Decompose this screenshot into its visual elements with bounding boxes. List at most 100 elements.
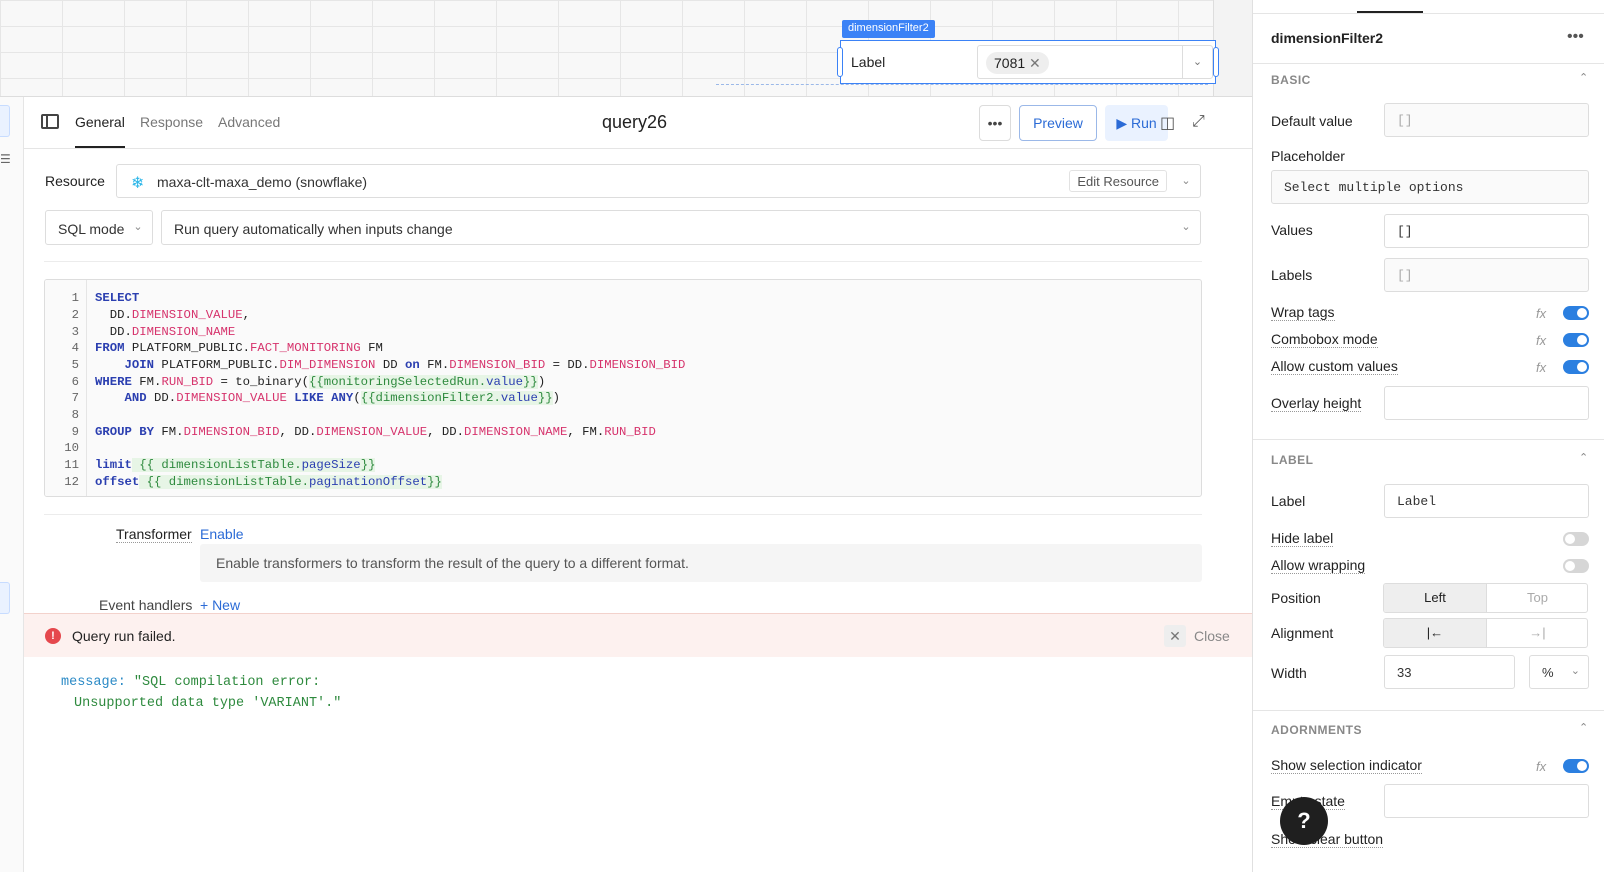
wrap-tags-toggle[interactable] (1563, 306, 1589, 320)
error-title: Query run failed. (72, 628, 176, 644)
placeholder-label: Placeholder (1271, 148, 1345, 164)
align-right-icon[interactable]: →| (1486, 619, 1587, 647)
close-button[interactable]: Close (1194, 628, 1230, 644)
fx-icon[interactable]: fx (1536, 759, 1546, 774)
resize-handle-right[interactable] (1213, 47, 1219, 77)
label-input[interactable]: Label (1384, 484, 1589, 518)
line-number: 9 (71, 425, 79, 439)
enable-transformer-link[interactable]: Enable (200, 526, 244, 542)
query-header: General Response Advanced query26 ••• Pr… (24, 97, 1252, 149)
sidebar-selected-marker-2[interactable] (0, 582, 10, 614)
close-icon[interactable]: ✕ (1164, 625, 1186, 647)
error-icon: ! (45, 628, 61, 644)
placeholder-input[interactable]: Select multiple options (1271, 170, 1589, 204)
allow-custom-values-label: Allow custom values (1271, 358, 1398, 375)
chevron-up-icon[interactable]: ⌃ (1579, 451, 1588, 464)
play-icon: ▶ (1116, 115, 1128, 131)
more-icon[interactable]: ••• (1567, 28, 1584, 46)
line-number: 10 (64, 441, 79, 455)
more-options-button[interactable]: ••• (979, 105, 1011, 141)
show-selection-indicator-toggle[interactable] (1563, 759, 1589, 773)
sql-code-editor[interactable]: 1 2 3 4 5 6 7 8 9 10 11 12 SELECT DD.DIM… (44, 279, 1202, 497)
divider (1253, 63, 1604, 64)
sql-mode-select[interactable]: SQL mode ⌄ (45, 210, 153, 245)
inspector-tabs (1253, 0, 1604, 14)
width-input[interactable]: 33 (1384, 655, 1515, 689)
values-input[interactable]: [] (1384, 214, 1589, 248)
hide-label-label: Hide label (1271, 530, 1334, 547)
code-line-1: SELECT (95, 291, 140, 305)
fx-icon[interactable]: fx (1536, 333, 1546, 348)
selected-tag[interactable]: 7081 ✕ (986, 52, 1049, 74)
line-number: 11 (64, 458, 79, 472)
chevron-down-icon[interactable]: ⌄ (1172, 211, 1200, 243)
query-title[interactable]: query26 (602, 112, 667, 133)
line-number: 6 (71, 375, 79, 389)
align-left-icon[interactable]: |← (1384, 619, 1486, 647)
split-view-icon[interactable]: ◫ (1160, 113, 1175, 133)
help-button[interactable]: ? (1280, 797, 1328, 845)
line-number: 3 (71, 325, 79, 339)
chevron-down-icon[interactable]: ⌄ (1571, 664, 1580, 677)
hide-label-toggle[interactable] (1563, 532, 1589, 546)
error-message: message: "SQL compilation error: Unsuppo… (61, 675, 342, 711)
allow-wrapping-toggle[interactable] (1563, 559, 1589, 573)
section-label-title[interactable]: LABEL (1271, 453, 1314, 467)
chevron-down-icon[interactable]: ⌄ (1182, 46, 1212, 78)
filter-settings-icon[interactable]: ☰ (0, 152, 11, 166)
transformer-label: Transformer (116, 526, 192, 543)
inspector-panel: dimensionFilter2 ••• BASIC ⌃ Default val… (1252, 0, 1604, 872)
error-banner: ! Query run failed. ✕ Close (24, 613, 1252, 657)
alignment-segmented-control[interactable]: |← →| (1383, 618, 1588, 648)
chevron-up-icon[interactable]: ⌃ (1579, 721, 1588, 734)
fx-icon[interactable]: fx (1536, 360, 1546, 375)
sidebar-selected-marker[interactable] (0, 105, 10, 137)
component-name[interactable]: dimensionFilter2 (1271, 30, 1383, 46)
show-selection-indicator-label: Show selection indicator (1271, 757, 1422, 774)
code-line-11: limit {{ dimensionListTable.pageSize}} (95, 458, 376, 472)
section-basic-title[interactable]: BASIC (1271, 73, 1311, 87)
expand-icon[interactable]: ⤢ (1192, 113, 1205, 131)
remove-tag-icon[interactable]: ✕ (1029, 55, 1041, 71)
combobox-mode-toggle[interactable] (1563, 333, 1589, 347)
resource-select[interactable]: ❄ maxa-clt-maxa_demo (snowflake) Edit Re… (116, 164, 1201, 198)
event-handlers-label: Event handlers (99, 597, 193, 613)
chevron-up-icon[interactable]: ⌃ (1579, 71, 1588, 84)
resize-handle-left[interactable] (837, 47, 843, 77)
line-number: 2 (71, 308, 79, 322)
preview-button[interactable]: Preview (1019, 105, 1097, 141)
edit-resource-button[interactable]: Edit Resource (1069, 170, 1167, 192)
position-left-option[interactable]: Left (1384, 584, 1486, 612)
labels-input[interactable]: [] (1384, 258, 1589, 292)
component-label: Label (851, 54, 886, 70)
section-adornments-title[interactable]: ADORNMENTS (1271, 723, 1362, 737)
line-number: 7 (71, 391, 79, 405)
snowflake-icon: ❄ (131, 175, 145, 192)
allow-custom-values-toggle[interactable] (1563, 360, 1589, 374)
overlay-height-input[interactable] (1384, 386, 1589, 420)
tab-advanced[interactable]: Advanced (218, 114, 280, 130)
run-trigger-select[interactable]: Run query automatically when inputs chan… (161, 210, 1201, 245)
empty-state-input[interactable] (1384, 784, 1589, 818)
drop-guide (716, 84, 1208, 96)
fx-icon[interactable]: fx (1536, 306, 1546, 321)
dimension-filter-component[interactable]: Label 7081 ✕ ⌄ (837, 40, 1219, 84)
values-label: Values (1271, 222, 1313, 238)
sidebar-toggle-icon[interactable] (41, 114, 59, 129)
tab-response[interactable]: Response (140, 114, 203, 130)
position-segmented-control[interactable]: Left Top (1383, 583, 1588, 613)
position-top-option[interactable]: Top (1486, 584, 1587, 612)
chevron-down-icon[interactable]: ⌄ (124, 211, 152, 243)
component-tag[interactable]: dimensionFilter2 (842, 20, 935, 38)
multiselect-input[interactable]: 7081 ✕ ⌄ (977, 45, 1213, 79)
run-button[interactable]: ▶ Run (1105, 105, 1168, 141)
line-number: 5 (71, 358, 79, 372)
default-value-input[interactable]: [] (1384, 103, 1589, 137)
new-event-handler-link[interactable]: + New (200, 597, 240, 613)
line-number: 4 (71, 341, 79, 355)
left-sidebar: ☰ (0, 97, 24, 872)
width-unit-select[interactable]: % ⌄ (1529, 655, 1589, 689)
chevron-down-icon[interactable]: ⌄ (1172, 165, 1200, 197)
active-tab-indicator (75, 146, 125, 148)
tab-general[interactable]: General (75, 114, 125, 130)
